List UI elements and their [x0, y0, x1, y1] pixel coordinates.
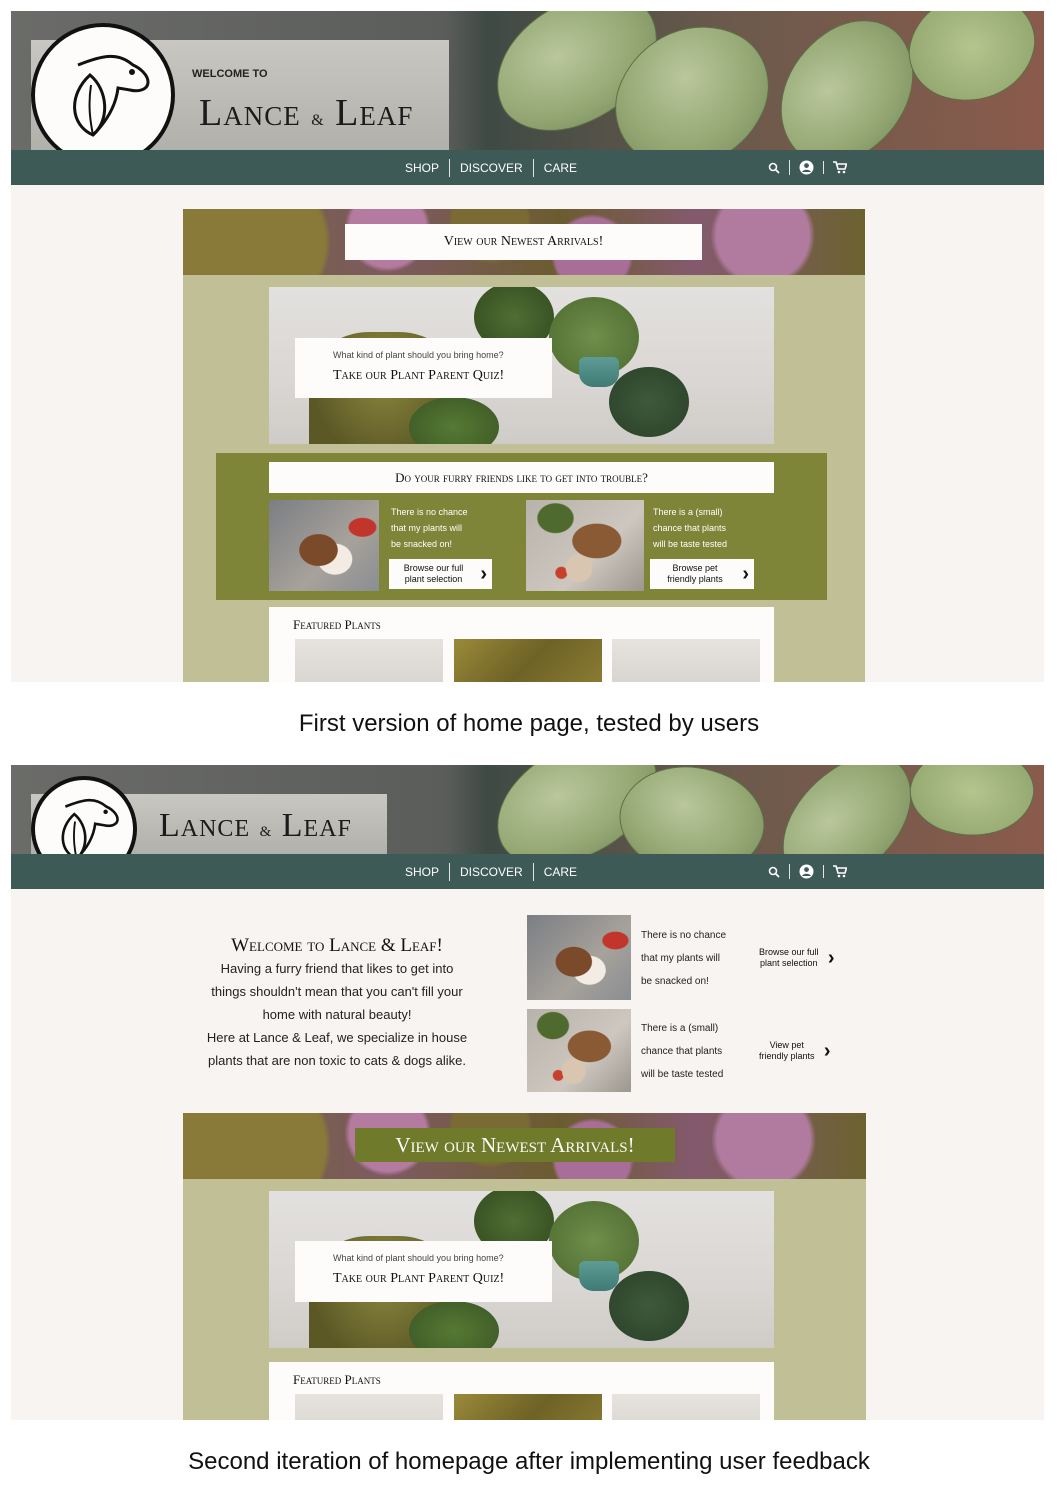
cart-icon[interactable]: [823, 865, 856, 878]
nav-shop[interactable]: SHOP: [395, 863, 449, 881]
welcome-line: Here at Lance & Leaf, we specialize in h…: [206, 1030, 468, 1045]
quiz-question: What kind of plant should you bring home…: [333, 350, 504, 360]
quiz-banner[interactable]: What kind of plant should you bring home…: [269, 1191, 774, 1348]
nav-icons: [759, 854, 856, 889]
nav-discover[interactable]: DISCOVER: [449, 862, 533, 881]
welcome-line: plants that are non toxic to cats & dogs…: [208, 1053, 466, 1068]
nav-shop[interactable]: SHOP: [395, 159, 449, 177]
brand-name[interactable]: Lance & Leaf: [199, 91, 413, 135]
logo[interactable]: [31, 23, 175, 167]
homepage-v1-screenshot: WELCOME TO Lance & Leaf SHOP DISCOVER CA…: [11, 11, 1044, 682]
chevron-right-icon: ›: [742, 563, 749, 585]
account-icon[interactable]: [789, 864, 823, 879]
quiz-card[interactable]: What kind of plant should you bring home…: [295, 338, 552, 398]
brand-word: Leaf: [335, 92, 414, 134]
browse-full-selection-button[interactable]: Browse our full plant selection ›: [759, 947, 835, 969]
pet1-text: There is no chance that my plants will be …: [391, 507, 468, 549]
brand-name[interactable]: Lance & Leaf: [159, 807, 352, 845]
caption-second: Second iteration of homepage after imple…: [188, 1448, 870, 1475]
pet-heading: Do your furry friends like to get into t…: [269, 462, 774, 493]
featured-plant-card[interactable]: [295, 639, 443, 682]
search-icon[interactable]: [759, 866, 789, 878]
arrivals-label: View our Newest Arrivals!: [355, 1128, 675, 1162]
account-icon[interactable]: [789, 160, 823, 175]
nav-bar: SHOP DISCOVER CARE: [11, 150, 1044, 185]
plant-image: [609, 367, 689, 437]
nav-care[interactable]: CARE: [532, 158, 587, 177]
pot-image: [579, 1261, 619, 1291]
plant-image: [409, 397, 499, 444]
pet2-text: There is a (small) chance that plants will…: [641, 1023, 724, 1080]
featured-plant-card[interactable]: [295, 1394, 443, 1420]
featured-plant-card[interactable]: [612, 1394, 760, 1420]
nav-bar: SHOP DISCOVER CARE: [11, 854, 1044, 889]
dog-leaf-icon: [73, 54, 150, 137]
search-icon[interactable]: [759, 162, 789, 174]
nav-discover[interactable]: DISCOVER: [449, 158, 533, 177]
pot-image: [579, 357, 619, 387]
arrivals-label: View our Newest Arrivals!: [345, 224, 702, 260]
quiz-banner[interactable]: What kind of plant should you bring home…: [269, 287, 774, 444]
welcome-line: Having a furry friend that likes to get …: [220, 961, 454, 976]
pet1-text: There is no chance that my plants will be …: [641, 930, 727, 987]
brand-word: Leaf: [281, 807, 352, 844]
arrivals-banner[interactable]: View our Newest Arrivals!: [183, 209, 865, 275]
brand-word: Lance: [199, 92, 301, 134]
browse-full-selection-button[interactable]: Browse our full plant selection ›: [389, 559, 492, 589]
dog-photo: [526, 500, 644, 591]
brand-word: Lance: [159, 807, 251, 844]
arrivals-banner[interactable]: View our Newest Arrivals!: [183, 1113, 866, 1179]
dog-photo: [527, 1009, 631, 1092]
welcome-line: things shouldn't mean that you can't fil…: [211, 984, 463, 999]
welcome-to-label: WELCOME TO: [192, 68, 268, 80]
featured-plants-section: Featured Plants: [269, 607, 774, 682]
cart-icon[interactable]: [823, 161, 856, 174]
chevron-right-icon: ›: [823, 1040, 831, 1062]
pet2-text: There is a (small) chance that plants will…: [653, 507, 728, 549]
featured-plant-card[interactable]: [612, 639, 760, 682]
brand-amp: &: [259, 824, 273, 840]
nav-care[interactable]: CARE: [532, 862, 587, 881]
quiz-card[interactable]: What kind of plant should you bring home…: [295, 1241, 552, 1302]
featured-plants-section: Featured Plants: [269, 1362, 774, 1420]
featured-title: Featured Plants: [293, 617, 381, 632]
dog-photo: [269, 500, 379, 591]
pet-friendly-section: Do your furry friends like to get into t…: [216, 453, 827, 600]
featured-plant-card[interactable]: [454, 639, 602, 682]
plant-image: [609, 1271, 689, 1341]
welcome-title: Welcome to Lance & Leaf!: [231, 935, 443, 956]
browse-pet-friendly-button[interactable]: Browse pet friendly plants ›: [650, 559, 754, 589]
nav-links: SHOP DISCOVER CARE: [395, 150, 587, 185]
dog-photo: [527, 915, 631, 1000]
caption-first: First version of home page, tested by us…: [298, 710, 760, 737]
quiz-question: What kind of plant should you bring home…: [333, 1253, 504, 1263]
welcome-line: home with natural beauty!: [262, 1007, 412, 1022]
leaf-decoration: [901, 765, 1043, 852]
chevron-right-icon: ›: [827, 947, 835, 969]
plant-image: [409, 1301, 499, 1348]
quiz-title: Take our Plant Parent Quiz!: [333, 1271, 505, 1286]
nav-icons: [759, 150, 856, 185]
homepage-v2-screenshot: Lance & Leaf SHOP DISCOVER CARE Welcome …: [11, 765, 1044, 1420]
quiz-title: Take our Plant Parent Quiz!: [333, 368, 505, 383]
featured-plant-card[interactable]: [454, 1394, 602, 1420]
featured-title: Featured Plants: [293, 1372, 381, 1387]
welcome-block: Welcome to Lance & Leaf! Having a furry …: [187, 935, 487, 1072]
view-pet-friendly-button[interactable]: View pet friendly plants ›: [759, 1040, 831, 1062]
chevron-right-icon: ›: [480, 563, 487, 585]
leaf-decoration: [898, 11, 1044, 117]
brand-amp: &: [311, 112, 325, 129]
nav-links: SHOP DISCOVER CARE: [395, 854, 587, 889]
